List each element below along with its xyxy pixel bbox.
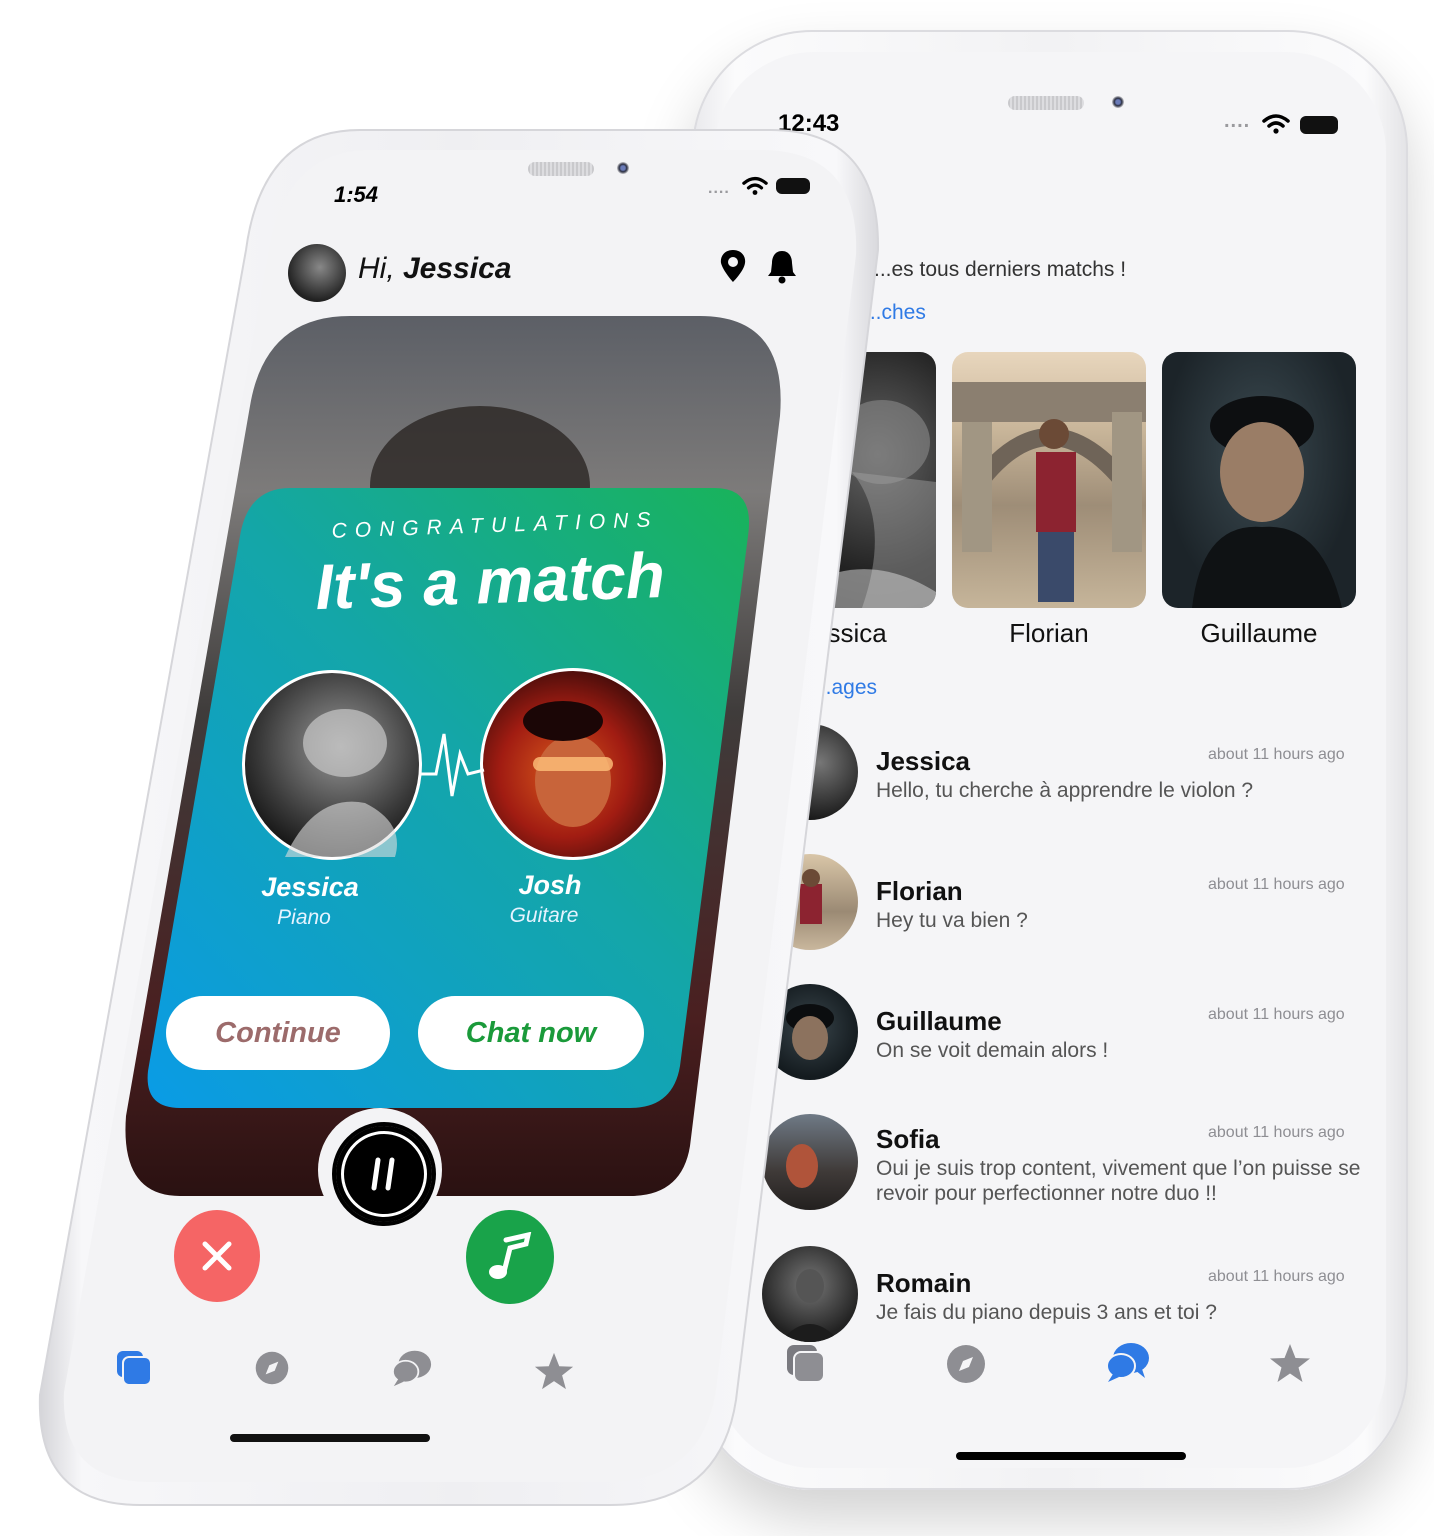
portrait-photo <box>1192 396 1342 608</box>
battery-icon <box>1300 116 1338 134</box>
dislike-button[interactable] <box>174 1210 260 1302</box>
match-title: It's a match <box>314 538 666 624</box>
chat-bubbles-icon[interactable] <box>388 1344 436 1392</box>
status-time: 1:54 <box>334 182 379 207</box>
avatar[interactable] <box>288 244 346 302</box>
portrait-photo <box>952 382 1146 602</box>
cards-icon[interactable] <box>110 1344 158 1392</box>
home-indicator <box>230 1434 430 1442</box>
phone-speaker <box>1008 96 1084 110</box>
avatar-josh <box>480 668 666 860</box>
phone-camera <box>1112 96 1124 108</box>
match-name: Florian <box>1009 618 1089 648</box>
message-time: about 11 hours ago <box>1208 746 1345 763</box>
star-icon[interactable] <box>1266 1340 1314 1388</box>
compass-icon[interactable] <box>942 1340 990 1388</box>
right-user-instrument: Guitare <box>509 904 579 927</box>
message-preview: Hey tu va bien ? <box>876 909 1028 932</box>
star-icon[interactable] <box>530 1348 578 1396</box>
continue-button[interactable]: Continue <box>166 996 390 1070</box>
chat-now-button[interactable]: Chat now <box>418 996 644 1070</box>
pause-button[interactable] <box>332 1122 436 1226</box>
page-subtitle: ...es tous derniers matchs ! <box>874 258 1127 281</box>
compass-icon[interactable] <box>248 1344 296 1392</box>
left-user-instrument: Piano <box>277 906 331 929</box>
greeting: Hi, Jessica <box>358 252 511 286</box>
pause-icon <box>371 1157 395 1191</box>
message-time: about 11 hours ago <box>1208 1268 1345 1285</box>
close-icon <box>202 1241 232 1271</box>
like-button[interactable] <box>466 1210 554 1304</box>
battery-icon <box>776 178 810 194</box>
greeting-prefix: Hi, <box>358 252 403 285</box>
message-preview: Oui je suis trop content, vivement que l… <box>876 1157 1361 1205</box>
left-user-name: Jessica <box>261 872 359 902</box>
avatar-jessica <box>242 670 422 860</box>
match-card-guillaume[interactable] <box>1162 352 1356 608</box>
message-preview: Hello, tu cherche à apprendre le violon … <box>876 779 1254 802</box>
signal-icon: .... <box>1224 110 1251 132</box>
message-preview: On se voit demain alors ! <box>876 1039 1109 1062</box>
chat-bubbles-icon[interactable] <box>1104 1338 1152 1386</box>
phone-camera <box>617 162 629 174</box>
match-name: Guillaume <box>1200 618 1318 648</box>
wifi-icon <box>742 176 768 195</box>
signal-icon: .... <box>708 180 730 197</box>
phone-speaker <box>528 162 594 176</box>
message-time: about 11 hours ago <box>1208 876 1345 893</box>
match-card-florian[interactable] <box>952 352 1146 608</box>
message-time: about 11 hours ago <box>1208 1124 1345 1141</box>
music-note-icon <box>489 1232 532 1279</box>
location-pin-icon[interactable] <box>718 248 748 284</box>
right-user-name: Josh <box>518 870 582 900</box>
bell-icon[interactable] <box>766 248 798 284</box>
home-indicator <box>956 1452 1186 1460</box>
heartbeat-icon <box>420 733 485 797</box>
message-time: about 11 hours ago <box>1208 1006 1345 1023</box>
message-preview: Je fais du piano depuis 3 ans et toi ? <box>876 1301 1217 1324</box>
wifi-icon <box>1262 114 1290 134</box>
greeting-name: Jessica <box>403 252 512 285</box>
